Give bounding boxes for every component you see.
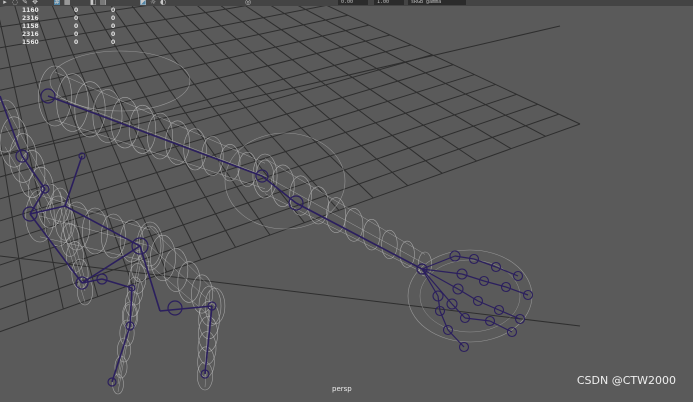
hud-row: 2316 0 0 xyxy=(0,31,130,39)
bone xyxy=(295,202,423,270)
bone xyxy=(454,255,475,260)
camera-icon[interactable]: ◧ xyxy=(90,0,97,6)
wire-edge xyxy=(149,265,216,321)
gamma-field[interactable]: 1.00 xyxy=(374,0,404,5)
camera-label: persp xyxy=(332,385,352,393)
color-space-dropdown[interactable]: sRGB gamma xyxy=(408,0,466,5)
lighting-icon[interactable]: ☼ xyxy=(150,0,156,6)
bone xyxy=(129,287,133,327)
poly-count-hud: 1160 0 0 2316 0 0 1158 0 0 2316 0 0 1560… xyxy=(0,7,130,47)
bookmark-icon[interactable]: ▤ xyxy=(100,0,107,6)
hud-value: 0 xyxy=(74,31,79,38)
display-mode-icon[interactable]: ▦ xyxy=(64,0,71,6)
hud-value: 2316 xyxy=(22,15,39,22)
hud-value: 1160 xyxy=(22,7,39,14)
shadow-icon[interactable]: ◐ xyxy=(160,0,166,6)
hud-value: 0 xyxy=(111,23,116,30)
hud-row: 1560 0 0 xyxy=(0,39,130,47)
wire-edge xyxy=(149,226,216,292)
wire-edge xyxy=(59,191,86,280)
bone xyxy=(111,325,131,383)
scene-canvas[interactable] xyxy=(0,6,693,402)
hud-value: 1560 xyxy=(22,39,39,46)
ground-grid xyxy=(0,6,581,333)
joint xyxy=(167,300,183,316)
hud-value: 2316 xyxy=(22,31,39,38)
hud-value: 0 xyxy=(111,7,116,14)
select-tool-icon[interactable]: ▸ xyxy=(2,0,8,6)
hud-value: 0 xyxy=(74,7,79,14)
bone xyxy=(495,266,519,277)
paint-select-icon[interactable]: ✎ xyxy=(22,0,28,6)
bone xyxy=(457,288,479,302)
hud-row: 1160 0 0 xyxy=(0,7,130,15)
wire-edge xyxy=(59,220,86,303)
bone xyxy=(447,329,465,348)
bone xyxy=(477,300,500,311)
hud-value: 0 xyxy=(111,39,116,46)
xray-icon[interactable]: ◩ xyxy=(140,0,147,6)
bone xyxy=(505,286,529,296)
wire-edge xyxy=(54,71,266,164)
bone xyxy=(421,268,463,275)
hud-row: 2316 0 0 xyxy=(0,15,130,23)
hud-row: 1158 0 0 xyxy=(0,23,130,31)
grid-line xyxy=(0,137,30,322)
lasso-icon[interactable]: ◌ xyxy=(12,0,18,6)
move-icon[interactable]: ✥ xyxy=(32,0,38,6)
wire-edge xyxy=(117,315,131,385)
exposure-field[interactable]: 0.00 xyxy=(338,0,368,5)
wire-edge xyxy=(264,158,426,255)
hud-value: 0 xyxy=(74,23,79,30)
hud-value: 0 xyxy=(111,15,116,22)
hud-value: 1158 xyxy=(22,23,39,30)
bone xyxy=(421,268,453,305)
bone xyxy=(473,258,497,268)
watermark: CSDN @CTW2000 xyxy=(576,374,676,387)
bone xyxy=(489,320,513,333)
character-wireframe xyxy=(0,50,533,395)
hud-value: 0 xyxy=(74,15,79,22)
persp-viewport[interactable]: 1160 0 0 2316 0 0 1158 0 0 2316 0 0 1560… xyxy=(0,6,693,402)
hud-value: 0 xyxy=(111,31,116,38)
grid-toggle-icon[interactable]: # xyxy=(54,0,60,6)
isolate-icon[interactable]: ◎ xyxy=(245,0,251,6)
hud-value: 0 xyxy=(74,39,79,46)
